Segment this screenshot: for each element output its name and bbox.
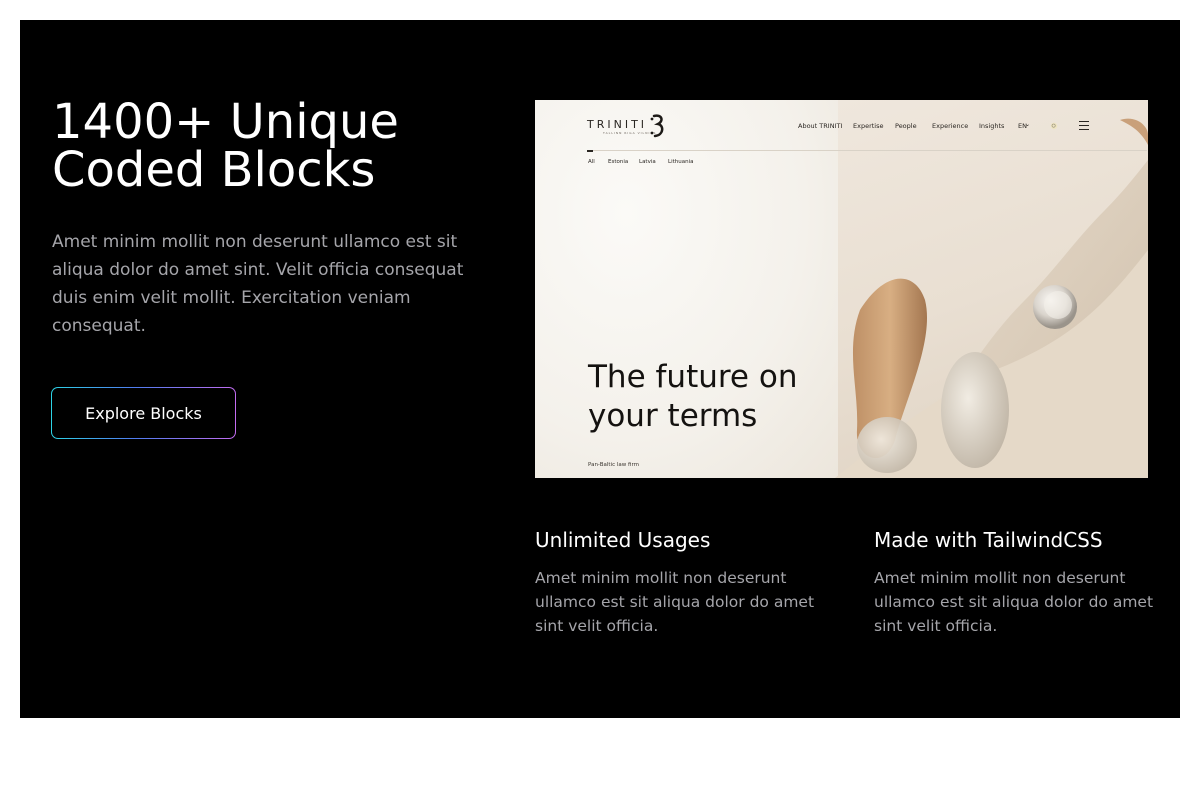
search-icon[interactable] (1048, 121, 1060, 131)
template-preview-image: TRINITI TALLINN RIGA VILNIUS About TRINI… (535, 100, 1148, 478)
preview-tab-lithuania[interactable]: Lithuania (668, 159, 693, 165)
preview-headline: The future on your terms (588, 359, 798, 434)
preview-tab-latvia[interactable]: Latvia (639, 159, 656, 165)
hamburger-menu-icon[interactable] (1079, 121, 1089, 131)
preview-nav-experience[interactable]: Experience (932, 122, 968, 130)
preview-tab-active-indicator (587, 150, 593, 152)
preview-logo: TRINITI (587, 118, 648, 131)
hero-headline: 1400+ Unique Coded Blocks (52, 94, 399, 198)
hero-section: 1400+ Unique Coded Blocks Amet minim mol… (20, 20, 1180, 718)
preview-nav-insights[interactable]: Insights (979, 122, 1004, 130)
feature-unlimited-usages: Unlimited Usages Amet minim mollit non d… (535, 528, 815, 638)
feature-description: Amet minim mollit non deserunt ullamco e… (535, 569, 815, 635)
feature-made-with-tailwindcss: Made with TailwindCSS Amet minim mollit … (874, 528, 1154, 638)
feature-description: Amet minim mollit non deserunt ullamco e… (874, 569, 1154, 635)
feature-title: Made with TailwindCSS (874, 528, 1103, 552)
preview-footer-text: Pan-Baltic law firm (588, 462, 639, 468)
explore-blocks-button-border[interactable]: Explore Blocks (51, 387, 236, 439)
page: 1400+ Unique Coded Blocks Amet minim mol… (0, 0, 1200, 800)
preview-nav-people[interactable]: People (895, 122, 917, 130)
feature-title: Unlimited Usages (535, 528, 711, 552)
preview-tab-estonia[interactable]: Estonia (608, 159, 628, 165)
preview-tab-all[interactable]: All (588, 159, 595, 165)
chevron-down-icon: ⌄ (1025, 121, 1031, 128)
preview-nav-expertise[interactable]: Expertise (853, 122, 884, 130)
hero-description: Amet minim mollit non deserunt ullamco e… (52, 232, 464, 336)
explore-blocks-button[interactable]: Explore Blocks (52, 388, 235, 438)
preview-logo-mark-icon (650, 114, 664, 138)
preview-nav-about[interactable]: About TRINITI (798, 122, 842, 130)
preview-header-divider (587, 150, 1147, 151)
